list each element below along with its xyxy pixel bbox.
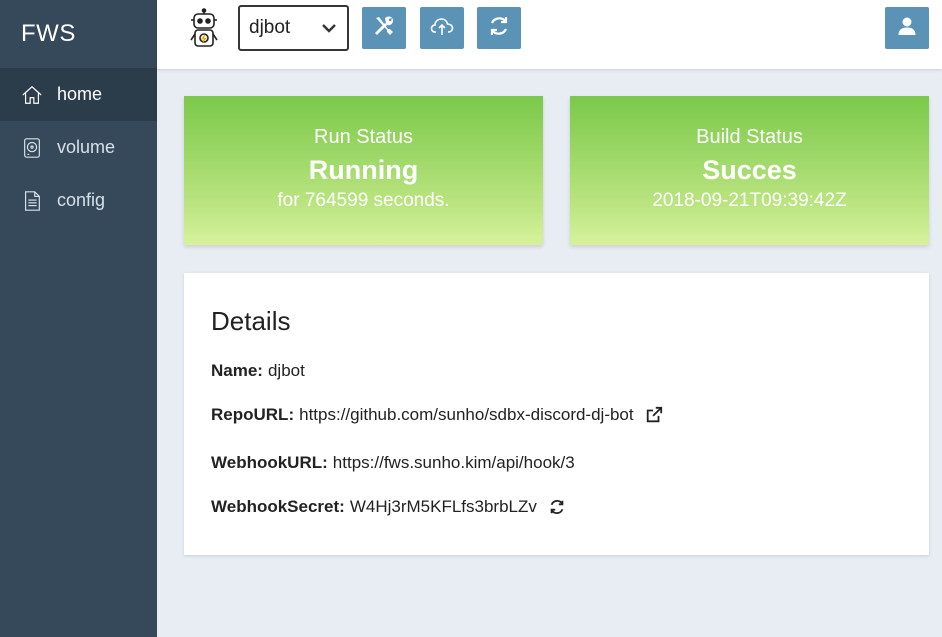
restart-button[interactable] <box>477 7 521 49</box>
external-link-icon[interactable] <box>644 405 664 425</box>
run-status-title: Run Status <box>314 126 413 148</box>
detail-webhook-value: https://fws.sunho.kim/api/hook/3 <box>332 453 575 472</box>
file-icon <box>20 189 44 213</box>
brand-logo[interactable]: FWS <box>0 0 157 68</box>
run-status-duration: for 764599 seconds. <box>277 190 450 211</box>
cloud-upload-icon <box>430 14 454 43</box>
sidebar-item-home[interactable]: home <box>0 68 157 121</box>
run-status-card: Run Status Running for 764599 seconds. <box>184 96 543 245</box>
sidebar: FWS home volume config <box>0 0 157 637</box>
sidebar-item-volume[interactable]: volume <box>0 121 157 174</box>
detail-name-row: Name: djbot <box>211 361 305 381</box>
regenerate-secret-icon[interactable] <box>547 497 567 517</box>
user-icon <box>895 14 919 43</box>
detail-name-value: djbot <box>267 361 305 380</box>
tools-icon <box>372 14 396 43</box>
refresh-icon <box>487 14 511 43</box>
build-button[interactable] <box>362 7 406 49</box>
detail-repo-row: RepoURL: https://github.com/sunho/sdbx-d… <box>211 405 664 425</box>
sidebar-item-label: volume <box>57 137 116 157</box>
detail-webhook-row: WebhookURL: https://fws.sunho.kim/api/ho… <box>211 453 575 473</box>
deploy-button[interactable] <box>420 7 464 49</box>
run-status-value: Running <box>308 155 419 185</box>
build-status-value: Succes <box>702 155 797 185</box>
details-panel: Details Name: djbot RepoURL: https://git… <box>184 273 929 555</box>
hdd-icon <box>20 136 44 160</box>
build-status-timestamp: 2018-09-21T09:39:42Z <box>652 190 847 211</box>
details-heading: Details <box>211 306 291 336</box>
detail-secret-value: W4Hj3rM5KFLfs3brbLZv <box>349 497 537 516</box>
topbar: djbot <box>157 0 942 69</box>
detail-secret-row: WebhookSecret: W4Hj3rM5KFLfs3brbLZv <box>211 497 567 517</box>
project-select[interactable]: djbot <box>238 5 349 51</box>
detail-secret-label: WebhookSecret: <box>211 497 345 516</box>
user-menu-button[interactable] <box>885 7 929 49</box>
detail-name-label: Name: <box>211 361 263 380</box>
project-select-value: djbot <box>249 17 291 38</box>
chevron-down-icon <box>321 20 337 36</box>
detail-repo-value: https://github.com/sunho/sdbx-discord-dj… <box>299 405 634 424</box>
sidebar-item-label: config <box>57 190 106 210</box>
sidebar-item-config[interactable]: config <box>0 174 157 227</box>
home-icon <box>20 83 44 107</box>
build-status-title: Build Status <box>696 126 803 148</box>
robot-icon <box>186 8 222 50</box>
detail-webhook-label: WebhookURL: <box>211 453 328 472</box>
sidebar-item-label: home <box>57 84 103 104</box>
detail-repo-label: RepoURL: <box>211 405 295 424</box>
build-status-card: Build Status Succes 2018-09-21T09:39:42Z <box>570 96 929 245</box>
